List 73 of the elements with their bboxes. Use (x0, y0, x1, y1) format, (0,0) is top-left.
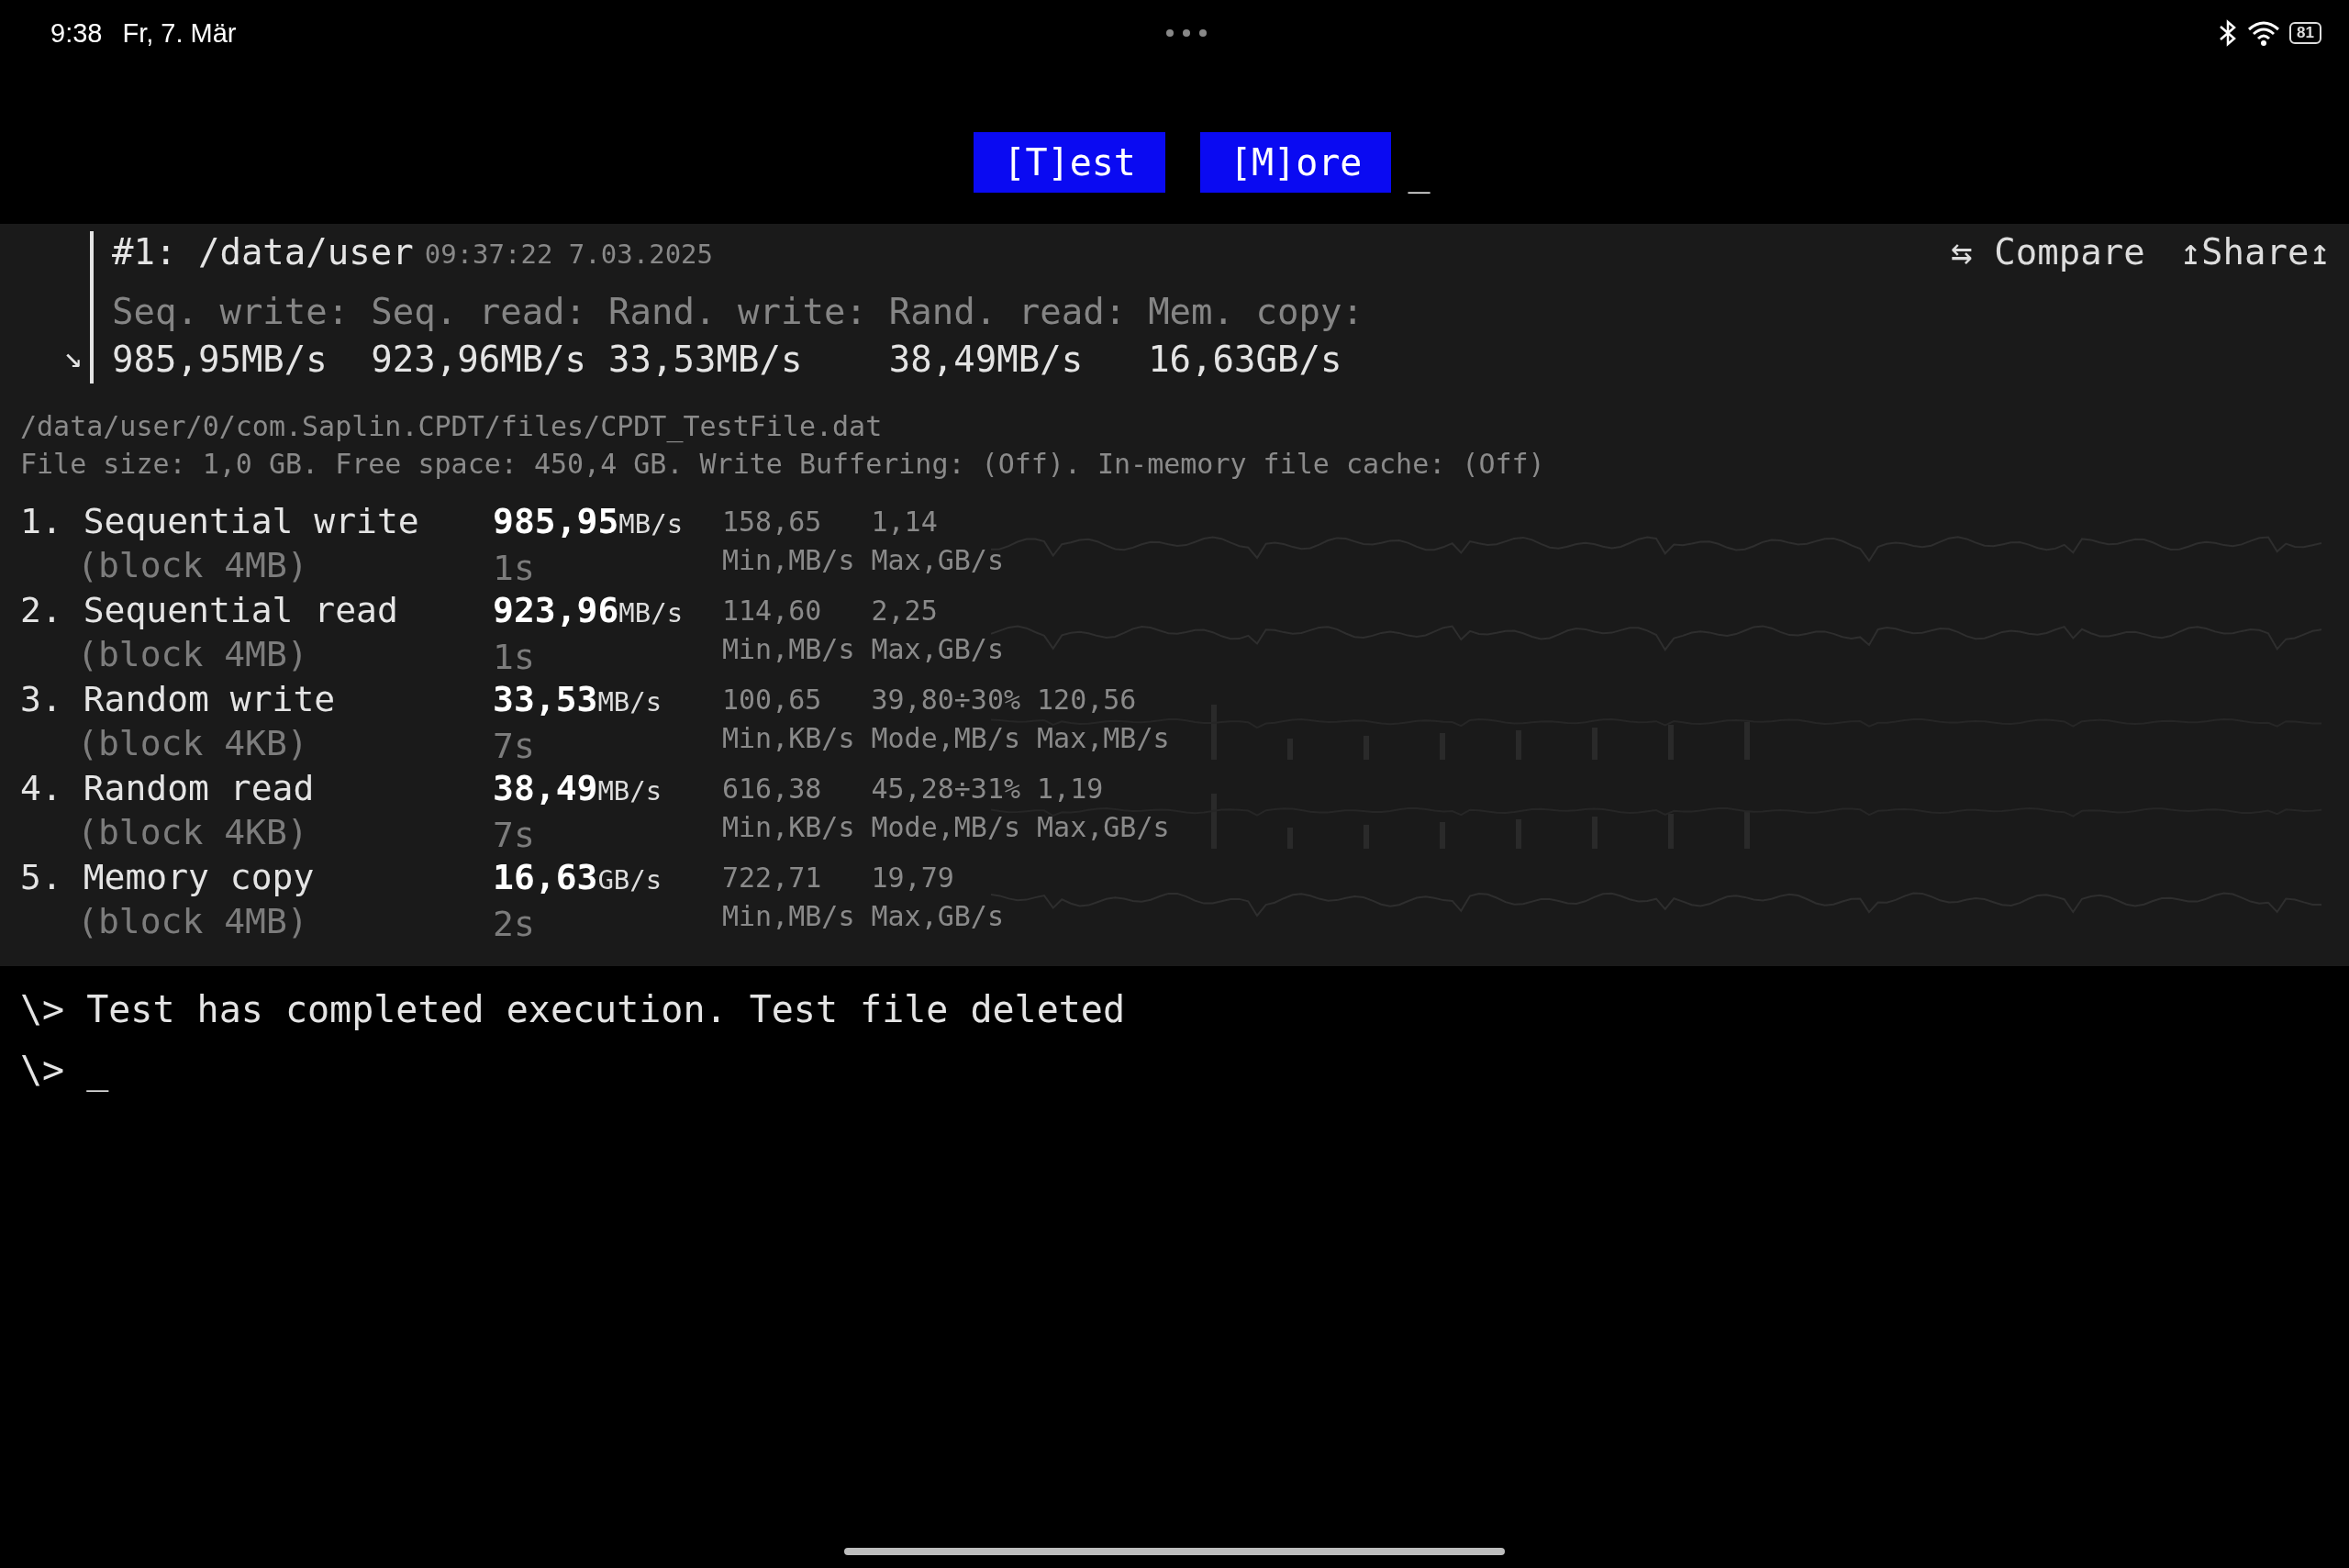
console-text: _ (86, 1049, 109, 1091)
summary-value: 16,63GB/s (1148, 338, 1343, 382)
summary-value: 985,95MB/s (112, 338, 328, 382)
block-size: (block 4MB) (76, 544, 309, 587)
menu-button[interactable]: [M]ore (1199, 132, 1392, 193)
battery-level: 81 (2289, 22, 2321, 44)
result-title: #1: /data/user (112, 231, 414, 272)
stat-label: Mode,MB/s (871, 721, 1021, 756)
result-timestamp: 09:37:22 7.03.2025 (424, 239, 713, 270)
stat-value: 158,65 (722, 505, 823, 539)
stat-label: Min,KB/s (722, 721, 855, 756)
stat-label: Max,GB/s (1037, 810, 1170, 845)
wifi-icon (2247, 20, 2281, 46)
action-link[interactable]: ⇆ Compare (1951, 231, 2145, 272)
stat-label: Mode,MB/s (871, 810, 1021, 845)
more-dots-icon[interactable] (1163, 28, 1208, 38)
block-size: (block 4KB) (76, 811, 309, 854)
stat-label: Min,MB/s (722, 543, 855, 578)
test-duration: 7s (493, 725, 536, 768)
stat-label: Max,GB/s (871, 543, 1004, 578)
stat-label: Max,MB/s (1037, 721, 1170, 756)
action-link[interactable]: ↥Share↥ (2179, 231, 2331, 272)
file-info: File size: 1,0 GB. Free space: 450,4 GB. Write Buffering: (Off). In-memory file cache: (Off) (19, 447, 1546, 482)
summary-value: 923,96MB/s (371, 338, 587, 382)
summary-label: Seq. write: (112, 290, 350, 334)
test-name: 5. Memory copy (20, 856, 316, 899)
console-prompt: \> (20, 1049, 65, 1091)
stat-label: Min,KB/s (722, 810, 855, 845)
test-speed: 38,49MB/s (493, 767, 663, 810)
summary-label: Seq. read: (371, 290, 587, 334)
test-speed: 16,63GB/s (493, 856, 663, 899)
stat-label: Max,GB/s (871, 632, 1004, 667)
test-duration: 1s (493, 547, 536, 590)
stat-value: 120,56 (1037, 683, 1138, 717)
summary-label: Mem. copy: (1148, 290, 1364, 334)
console-prompt: \> (20, 988, 65, 1030)
test-speed: 985,95MB/s (493, 500, 685, 543)
block-size: (block 4MB) (76, 633, 309, 676)
summary-value: 33,53MB/s (608, 338, 804, 382)
console-text: Test has completed execution. Test file deleted (86, 988, 1126, 1030)
stat-label: Min,MB/s (722, 899, 855, 934)
test-speed: 33,53MB/s (493, 678, 663, 721)
menu-button[interactable]: [T]est (974, 132, 1165, 193)
test-name: 3. Random write (20, 678, 337, 721)
stat-value: 616,38 (722, 772, 823, 806)
test-name: 4. Random read (20, 767, 316, 810)
block-size: (block 4KB) (76, 722, 309, 765)
file-path: /data/user/0/com.Saplin.CPDT/files/CPDT_TestFile.dat (19, 409, 884, 445)
stat-label: Max,GB/s (871, 899, 1004, 934)
stat-value: 2,25 (871, 594, 939, 628)
date-text: Fr, 7. Mär (122, 17, 237, 49)
test-name: 1. Sequential write (20, 500, 420, 543)
summary-value: 38,49MB/s (888, 338, 1085, 382)
stat-value: 39,80÷30% (871, 683, 1021, 717)
stat-label: Min,MB/s (722, 632, 855, 667)
stat-value: 114,60 (722, 594, 823, 628)
block-size: (block 4MB) (76, 900, 309, 943)
stat-value: 100,65 (722, 683, 823, 717)
test-name: 2. Sequential read (20, 589, 399, 632)
stat-value: 19,79 (871, 861, 955, 895)
clock-time: 9:38 (50, 17, 103, 49)
test-duration: 1s (493, 636, 536, 679)
expand-toggle[interactable]: ↘ (0, 338, 90, 374)
stat-value: 1,14 (871, 505, 939, 539)
summary-label: Rand. read: (888, 290, 1127, 334)
text-cursor: _ (1408, 150, 1431, 193)
summary-label: Rand. write: (608, 290, 867, 334)
stat-value: 45,28÷31% (871, 772, 1021, 806)
test-duration: 7s (493, 814, 536, 857)
stat-value: 1,19 (1037, 772, 1105, 806)
test-speed: 923,96MB/s (493, 589, 685, 632)
stat-value: 722,71 (722, 861, 823, 895)
test-duration: 2s (493, 903, 536, 946)
